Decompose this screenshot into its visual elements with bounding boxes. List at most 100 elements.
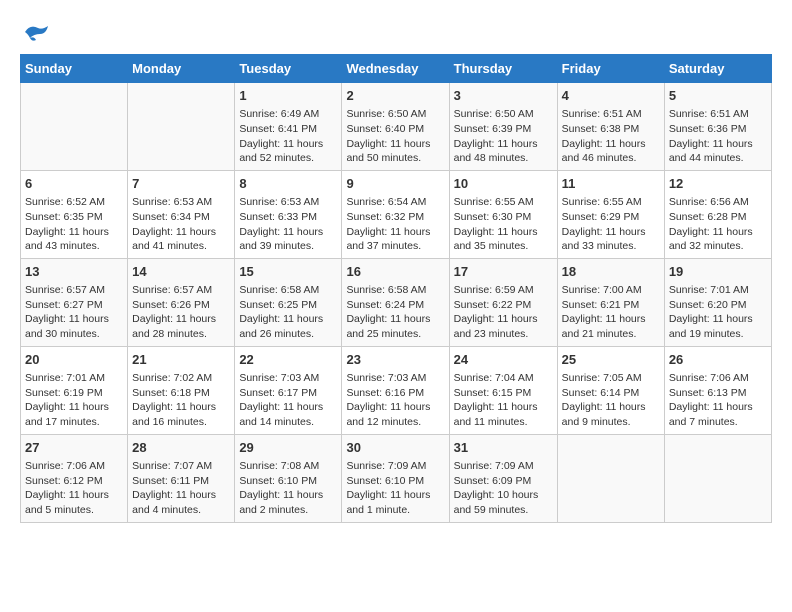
calendar-cell: 4Sunrise: 6:51 AM Sunset: 6:38 PM Daylig… <box>557 83 664 171</box>
calendar-cell: 27Sunrise: 7:06 AM Sunset: 6:12 PM Dayli… <box>21 434 128 522</box>
calendar-cell: 21 Sunrise: 7:02 AM Sunset: 6:18 PM Dayli… <box>128 346 235 434</box>
day-info: Sunrise: 7:09 AM Sunset: 6:10 PM Dayligh… <box>346 459 444 518</box>
day-info: Sunrise: 6:51 AM Sunset: 6:36 PM Dayligh… <box>669 107 767 166</box>
day-number: 21 <box>132 351 230 369</box>
calendar-cell: 7 Sunrise: 6:53 AM Sunset: 6:34 PM Daylig… <box>128 170 235 258</box>
calendar-cell: 16 Sunrise: 6:58 AM Sunset: 6:24 PM Dayli… <box>342 258 449 346</box>
calendar-cell: 18 Sunrise: 7:00 AM Sunset: 6:21 PM Dayli… <box>557 258 664 346</box>
day-number: 15 <box>239 263 337 281</box>
day-number: 29 <box>239 439 337 457</box>
day-info: Sunrise: 7:08 AM Sunset: 6:10 PM Dayligh… <box>239 459 337 518</box>
day-info: Sunrise: 6:56 AM Sunset: 6:28 PM Dayligh… <box>669 195 767 254</box>
calendar-cell <box>128 83 235 171</box>
day-info: Sunrise: 7:06 AM Sunset: 6:13 PM Dayligh… <box>669 371 767 430</box>
day-number: 28 <box>132 439 230 457</box>
day-info: Sunrise: 6:55 AM Sunset: 6:30 PM Dayligh… <box>454 195 553 254</box>
day-info: Sunrise: 7:07 AM Sunset: 6:11 PM Dayligh… <box>132 459 230 518</box>
calendar-cell: 29 Sunrise: 7:08 AM Sunset: 6:10 PM Dayli… <box>235 434 342 522</box>
day-info: Sunrise: 6:50 AM Sunset: 6:40 PM Dayligh… <box>346 107 444 166</box>
calendar-cell: 12 Sunrise: 6:56 AM Sunset: 6:28 PM Dayli… <box>664 170 771 258</box>
calendar-cell: 8 Sunrise: 6:53 AM Sunset: 6:33 PM Daylig… <box>235 170 342 258</box>
day-number: 10 <box>454 175 553 193</box>
day-info: Sunrise: 7:03 AM Sunset: 6:17 PM Dayligh… <box>239 371 337 430</box>
calendar-cell: 1 Sunrise: 6:49 AM Sunset: 6:41 PM Daylig… <box>235 83 342 171</box>
day-info: Sunrise: 6:55 AM Sunset: 6:29 PM Dayligh… <box>562 195 660 254</box>
day-info: Sunrise: 7:00 AM Sunset: 6:21 PM Dayligh… <box>562 283 660 342</box>
calendar-cell: 13 Sunrise: 6:57 AM Sunset: 6:27 PM Dayli… <box>21 258 128 346</box>
calendar-cell: 11 Sunrise: 6:55 AM Sunset: 6:29 PM Dayli… <box>557 170 664 258</box>
day-info: Sunrise: 7:05 AM Sunset: 6:14 PM Dayligh… <box>562 371 660 430</box>
calendar-week-row: 13 Sunrise: 6:57 AM Sunset: 6:27 PM Dayli… <box>21 258 772 346</box>
day-info: Sunrise: 7:02 AM Sunset: 6:18 PM Dayligh… <box>132 371 230 430</box>
day-number: 24 <box>454 351 553 369</box>
day-number: 19 <box>669 263 767 281</box>
calendar-cell: 14Sunrise: 6:57 AM Sunset: 6:26 PM Dayli… <box>128 258 235 346</box>
page-header <box>20 20 772 44</box>
day-info: Sunrise: 6:52 AM Sunset: 6:35 PM Dayligh… <box>25 195 123 254</box>
day-number: 22 <box>239 351 337 369</box>
day-number: 27 <box>25 439 123 457</box>
calendar-cell: 28 Sunrise: 7:07 AM Sunset: 6:11 PM Dayli… <box>128 434 235 522</box>
weekday-header-friday: Friday <box>557 55 664 83</box>
day-number: 17 <box>454 263 553 281</box>
day-number: 7 <box>132 175 230 193</box>
day-number: 13 <box>25 263 123 281</box>
day-info: Sunrise: 6:51 AM Sunset: 6:38 PM Dayligh… <box>562 107 660 166</box>
day-number: 9 <box>346 175 444 193</box>
weekday-header-row: SundayMondayTuesdayWednesdayThursdayFrid… <box>21 55 772 83</box>
calendar-cell: 5 Sunrise: 6:51 AM Sunset: 6:36 PM Daylig… <box>664 83 771 171</box>
day-number: 20 <box>25 351 123 369</box>
calendar-week-row: 20Sunrise: 7:01 AM Sunset: 6:19 PM Dayli… <box>21 346 772 434</box>
day-number: 8 <box>239 175 337 193</box>
calendar-cell: 17Sunrise: 6:59 AM Sunset: 6:22 PM Dayli… <box>449 258 557 346</box>
weekday-header-tuesday: Tuesday <box>235 55 342 83</box>
day-number: 25 <box>562 351 660 369</box>
day-info: Sunrise: 7:04 AM Sunset: 6:15 PM Dayligh… <box>454 371 553 430</box>
calendar-table: SundayMondayTuesdayWednesdayThursdayFrid… <box>20 54 772 523</box>
weekday-header-saturday: Saturday <box>664 55 771 83</box>
calendar-cell: 10 Sunrise: 6:55 AM Sunset: 6:30 PM Dayli… <box>449 170 557 258</box>
day-info: Sunrise: 6:58 AM Sunset: 6:25 PM Dayligh… <box>239 283 337 342</box>
day-number: 3 <box>454 87 553 105</box>
calendar-cell: 20Sunrise: 7:01 AM Sunset: 6:19 PM Dayli… <box>21 346 128 434</box>
day-number: 1 <box>239 87 337 105</box>
calendar-cell: 25 Sunrise: 7:05 AM Sunset: 6:14 PM Dayli… <box>557 346 664 434</box>
day-number: 6 <box>25 175 123 193</box>
calendar-cell: 23 Sunrise: 7:03 AM Sunset: 6:16 PM Dayli… <box>342 346 449 434</box>
calendar-cell <box>664 434 771 522</box>
day-info: Sunrise: 6:58 AM Sunset: 6:24 PM Dayligh… <box>346 283 444 342</box>
day-info: Sunrise: 6:53 AM Sunset: 6:33 PM Dayligh… <box>239 195 337 254</box>
logo-bird-icon <box>20 20 50 44</box>
calendar-cell: 9Sunrise: 6:54 AM Sunset: 6:32 PM Daylig… <box>342 170 449 258</box>
day-info: Sunrise: 7:01 AM Sunset: 6:20 PM Dayligh… <box>669 283 767 342</box>
calendar-cell: 30Sunrise: 7:09 AM Sunset: 6:10 PM Dayli… <box>342 434 449 522</box>
day-number: 16 <box>346 263 444 281</box>
day-number: 31 <box>454 439 553 457</box>
day-info: Sunrise: 6:57 AM Sunset: 6:27 PM Dayligh… <box>25 283 123 342</box>
day-number: 2 <box>346 87 444 105</box>
day-info: Sunrise: 7:03 AM Sunset: 6:16 PM Dayligh… <box>346 371 444 430</box>
calendar-cell: 26Sunrise: 7:06 AM Sunset: 6:13 PM Dayli… <box>664 346 771 434</box>
calendar-cell: 22 Sunrise: 7:03 AM Sunset: 6:17 PM Dayli… <box>235 346 342 434</box>
day-number: 14 <box>132 263 230 281</box>
logo <box>20 20 54 44</box>
day-info: Sunrise: 6:53 AM Sunset: 6:34 PM Dayligh… <box>132 195 230 254</box>
day-number: 18 <box>562 263 660 281</box>
calendar-cell: 2 Sunrise: 6:50 AM Sunset: 6:40 PM Daylig… <box>342 83 449 171</box>
calendar-cell: 3Sunrise: 6:50 AM Sunset: 6:39 PM Daylig… <box>449 83 557 171</box>
day-number: 12 <box>669 175 767 193</box>
calendar-cell: 31Sunrise: 7:09 AM Sunset: 6:09 PM Dayli… <box>449 434 557 522</box>
calendar-cell <box>21 83 128 171</box>
calendar-week-row: 27Sunrise: 7:06 AM Sunset: 6:12 PM Dayli… <box>21 434 772 522</box>
calendar-cell: 19 Sunrise: 7:01 AM Sunset: 6:20 PM Dayli… <box>664 258 771 346</box>
calendar-cell: 24 Sunrise: 7:04 AM Sunset: 6:15 PM Dayli… <box>449 346 557 434</box>
day-info: Sunrise: 6:49 AM Sunset: 6:41 PM Dayligh… <box>239 107 337 166</box>
weekday-header-monday: Monday <box>128 55 235 83</box>
day-number: 23 <box>346 351 444 369</box>
day-number: 5 <box>669 87 767 105</box>
weekday-header-thursday: Thursday <box>449 55 557 83</box>
day-number: 11 <box>562 175 660 193</box>
weekday-header-wednesday: Wednesday <box>342 55 449 83</box>
calendar-week-row: 6 Sunrise: 6:52 AM Sunset: 6:35 PM Daylig… <box>21 170 772 258</box>
calendar-cell: 6 Sunrise: 6:52 AM Sunset: 6:35 PM Daylig… <box>21 170 128 258</box>
